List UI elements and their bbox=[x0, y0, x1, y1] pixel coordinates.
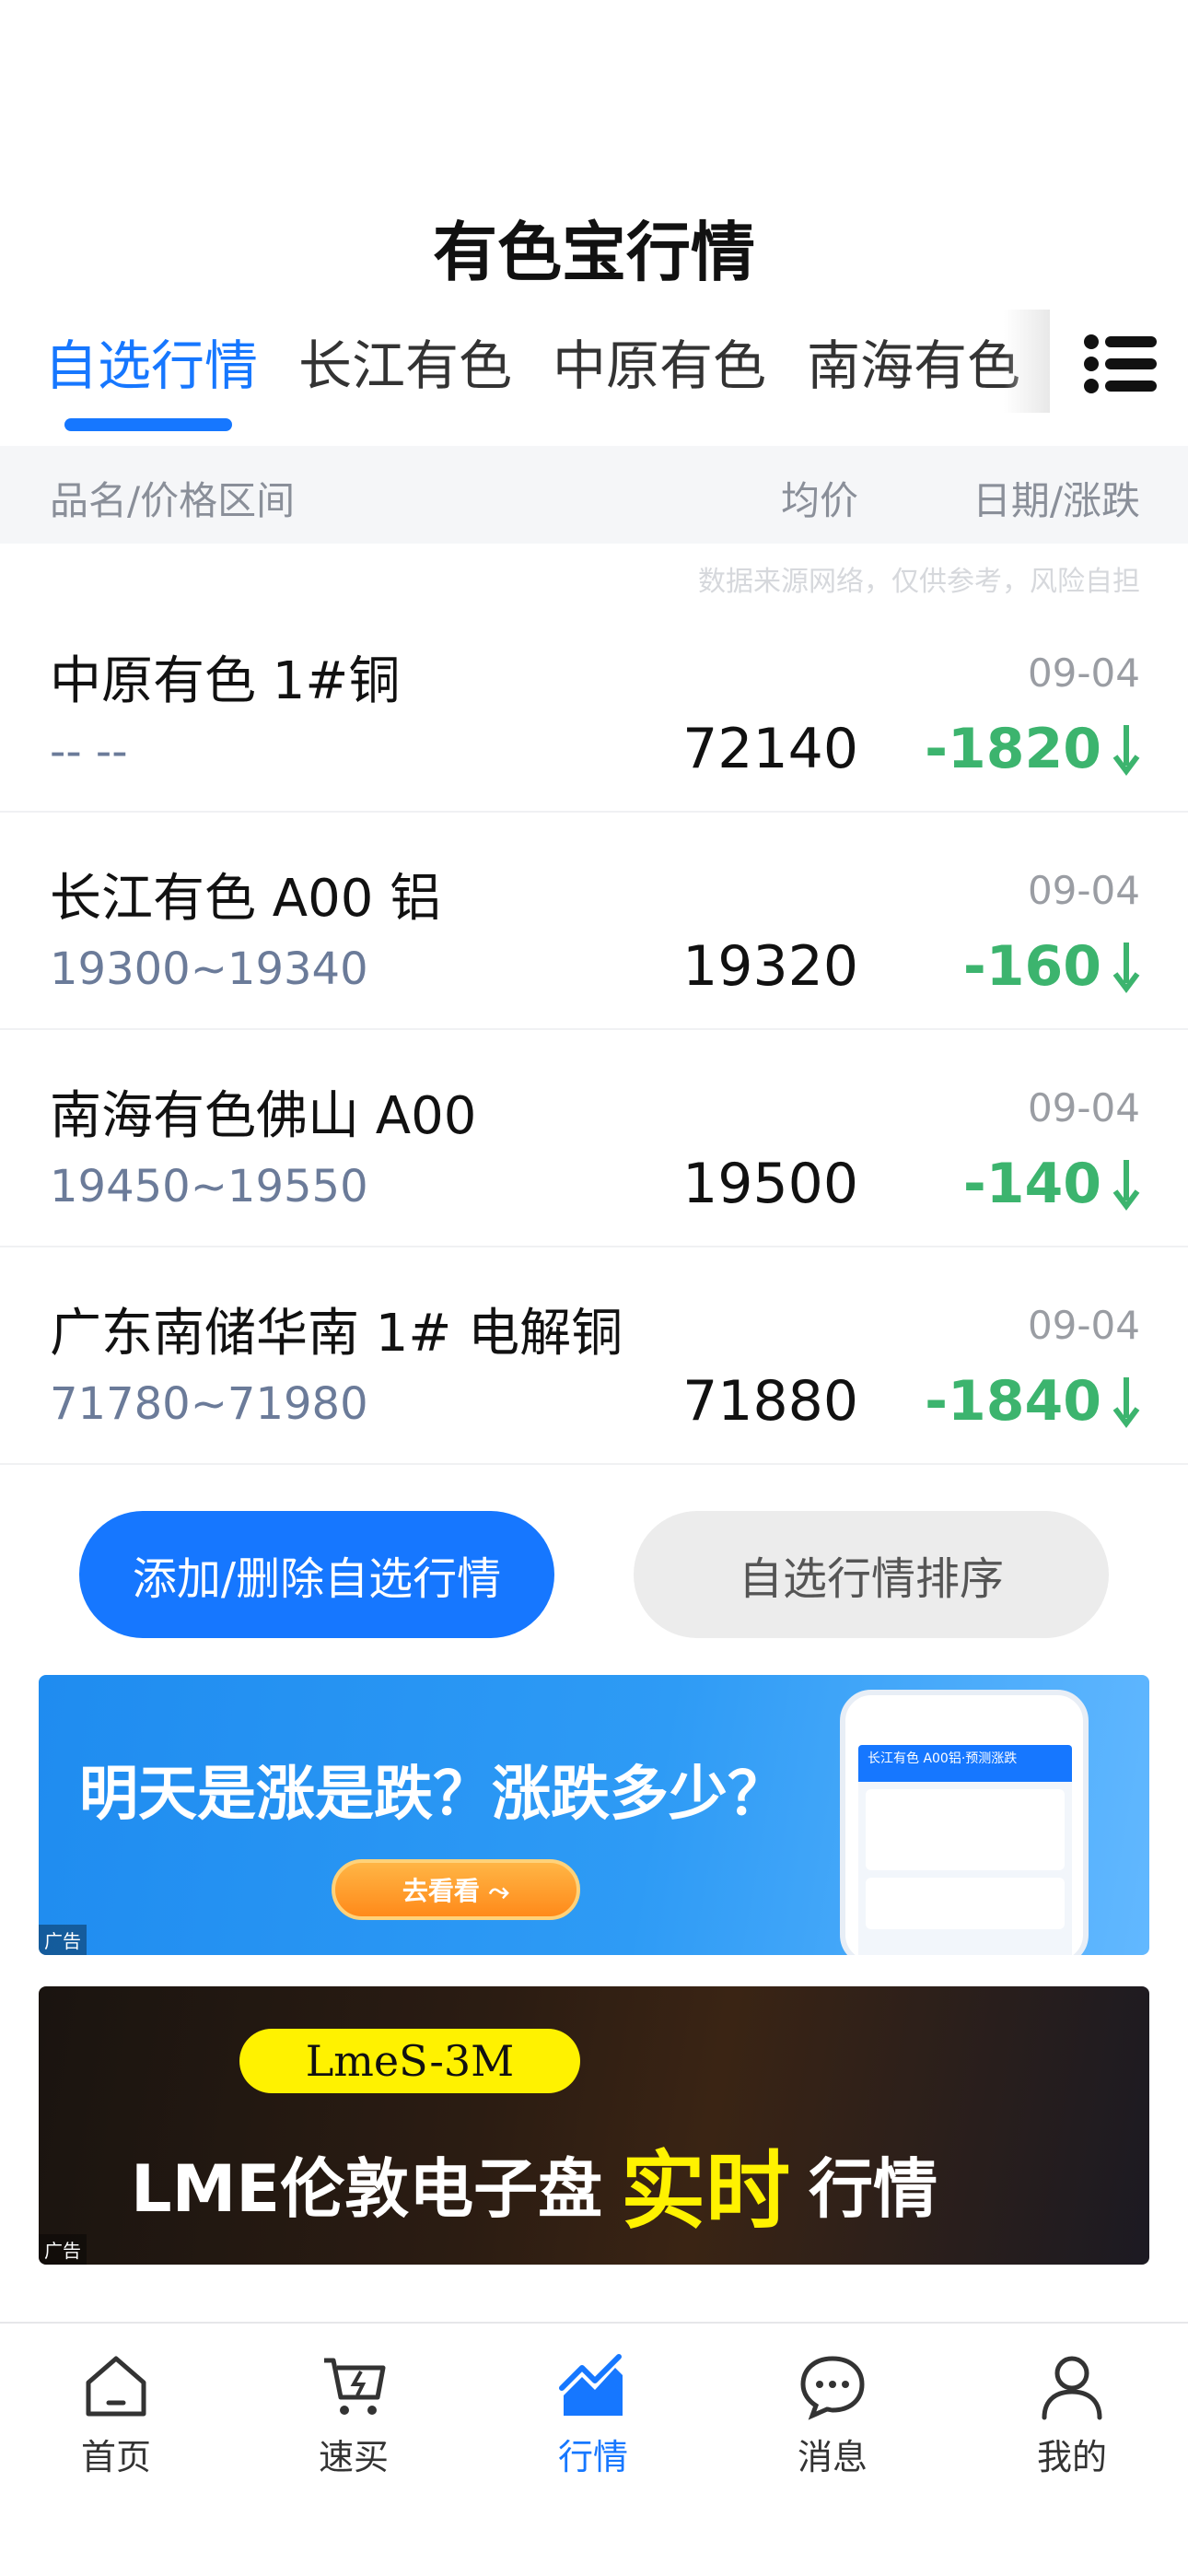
price-range: 19450~19550 bbox=[50, 1161, 368, 1212]
ad-headline-part: LME伦敦电子盘 bbox=[131, 2151, 603, 2227]
nav-item-messages[interactable]: 消息 bbox=[740, 2351, 925, 2479]
average-price: 19500 bbox=[682, 1152, 858, 1216]
phone-mockup-title: 长江有色 A00铝·预测涨跌 bbox=[858, 1745, 1072, 1782]
column-header-avg: 均价 bbox=[780, 478, 858, 523]
ad-banner-forecast[interactable]: 明天是涨是跌？涨跌多少？ 去看看 ⤳ 长江有色 A00铝·预测涨跌 广告 bbox=[39, 1675, 1149, 1955]
tab-favorites[interactable]: 自选行情 bbox=[44, 322, 258, 400]
quote-date: 09-04 bbox=[1027, 650, 1140, 696]
active-tab-indicator bbox=[64, 418, 232, 431]
tab-changjiang[interactable]: 长江有色 bbox=[298, 322, 512, 400]
ad-tag: 广告 bbox=[39, 1925, 87, 1955]
message-icon bbox=[800, 2356, 865, 2420]
phone-mockup-image: 长江有色 A00铝·预测涨跌 bbox=[840, 1690, 1089, 1955]
price-change-value: -160 bbox=[962, 934, 1101, 999]
cart-icon bbox=[324, 2358, 386, 2415]
list-icon[interactable] bbox=[1083, 334, 1159, 394]
tab-zhongyuan[interactable]: 中原有色 bbox=[553, 322, 766, 400]
data-disclaimer: 数据来源网络，仅供参考，风险自担 bbox=[698, 566, 1140, 598]
quote-date: 09-04 bbox=[1027, 868, 1140, 913]
price-range: -- -- bbox=[50, 726, 128, 778]
nav-label: 速买 bbox=[318, 2437, 389, 2477]
average-price: 71880 bbox=[682, 1369, 858, 1434]
average-price: 72140 bbox=[682, 717, 858, 781]
column-header-date-change: 日期/涨跌 bbox=[972, 478, 1140, 523]
nav-label: 消息 bbox=[797, 2437, 868, 2477]
nav-item-quick-buy[interactable]: 速买 bbox=[262, 2351, 446, 2479]
down-arrow-icon bbox=[1112, 943, 1140, 993]
product-name: 广东南储华南 1# 电解铜 bbox=[50, 1304, 623, 1364]
edit-favorites-button[interactable]: 添加/删除自选行情 bbox=[79, 1511, 554, 1638]
price-change-value: -1820 bbox=[925, 717, 1101, 781]
ad-badge: LmeS-3M bbox=[239, 2029, 580, 2093]
down-arrow-icon bbox=[1112, 1377, 1140, 1428]
column-header-name: 品名/价格区间 bbox=[50, 478, 296, 523]
ad-headline: 明天是涨是跌？涨跌多少？ bbox=[79, 1761, 786, 1829]
price-range: 19300~19340 bbox=[50, 943, 368, 995]
ad-headline-highlight: 实时 bbox=[621, 2141, 791, 2241]
down-arrow-icon bbox=[1112, 1160, 1140, 1211]
nav-item-market[interactable]: 行情 bbox=[501, 2351, 685, 2479]
table-row[interactable]: 中原有色 1#铜 09-04 -- -- 72140 -1820 bbox=[0, 595, 1188, 813]
ad-banner-lme[interactable]: LmeS-3M LME伦敦电子盘 实时 行情 广告 bbox=[39, 1986, 1149, 2265]
average-price: 19320 bbox=[682, 934, 858, 999]
table-row[interactable]: 南海有色佛山 A00 09-04 19450~19550 19500 -140 bbox=[0, 1030, 1188, 1247]
chart-icon bbox=[559, 2354, 623, 2416]
price-change-value: -140 bbox=[962, 1152, 1101, 1216]
price-change-value: -1840 bbox=[925, 1369, 1101, 1434]
price-change: -140 bbox=[963, 1152, 1140, 1216]
table-header: 品名/价格区间 均价 日期/涨跌 bbox=[0, 446, 1188, 544]
table-row[interactable]: 长江有色 A00 铝 09-04 19300~19340 19320 -160 bbox=[0, 813, 1188, 1030]
tab-nanhai[interactable]: 南海有色 bbox=[807, 322, 1020, 400]
price-change: -1840 bbox=[925, 1369, 1140, 1434]
home-icon bbox=[86, 2356, 146, 2417]
nav-label: 行情 bbox=[557, 2437, 628, 2477]
product-name: 南海有色佛山 A00 bbox=[50, 1086, 477, 1146]
down-arrow-icon bbox=[1112, 725, 1140, 776]
bottom-navigation: 首页 速买 行情 消息 我的 bbox=[0, 2322, 1188, 2576]
nav-label: 我的 bbox=[1036, 2437, 1107, 2477]
nav-item-home[interactable]: 首页 bbox=[24, 2351, 208, 2479]
page-title: 有色宝行情 bbox=[433, 215, 755, 290]
product-name: 长江有色 A00 铝 bbox=[50, 869, 442, 929]
quote-date: 09-04 bbox=[1027, 1303, 1140, 1348]
price-change: -1820 bbox=[925, 717, 1140, 781]
nav-item-profile[interactable]: 我的 bbox=[980, 2351, 1164, 2479]
quote-date: 09-04 bbox=[1027, 1085, 1140, 1130]
tabs-scroll-fade bbox=[1004, 310, 1050, 413]
ad-cta-button[interactable]: 去看看 ⤳ bbox=[332, 1859, 580, 1920]
sort-favorites-button[interactable]: 自选行情排序 bbox=[634, 1511, 1109, 1638]
ad-headline-part: 行情 bbox=[809, 2151, 938, 2227]
product-name: 中原有色 1#铜 bbox=[50, 651, 401, 711]
ad-tag: 广告 bbox=[39, 2234, 87, 2265]
table-row[interactable]: 广东南储华南 1# 电解铜 09-04 71780~71980 71880 -1… bbox=[0, 1247, 1188, 1465]
nav-label: 首页 bbox=[80, 2437, 151, 2477]
price-range: 71780~71980 bbox=[50, 1378, 368, 1430]
user-icon bbox=[1042, 2356, 1102, 2420]
ad-headline: LME伦敦电子盘 实时 行情 bbox=[131, 2123, 938, 2245]
price-change: -160 bbox=[963, 934, 1140, 999]
